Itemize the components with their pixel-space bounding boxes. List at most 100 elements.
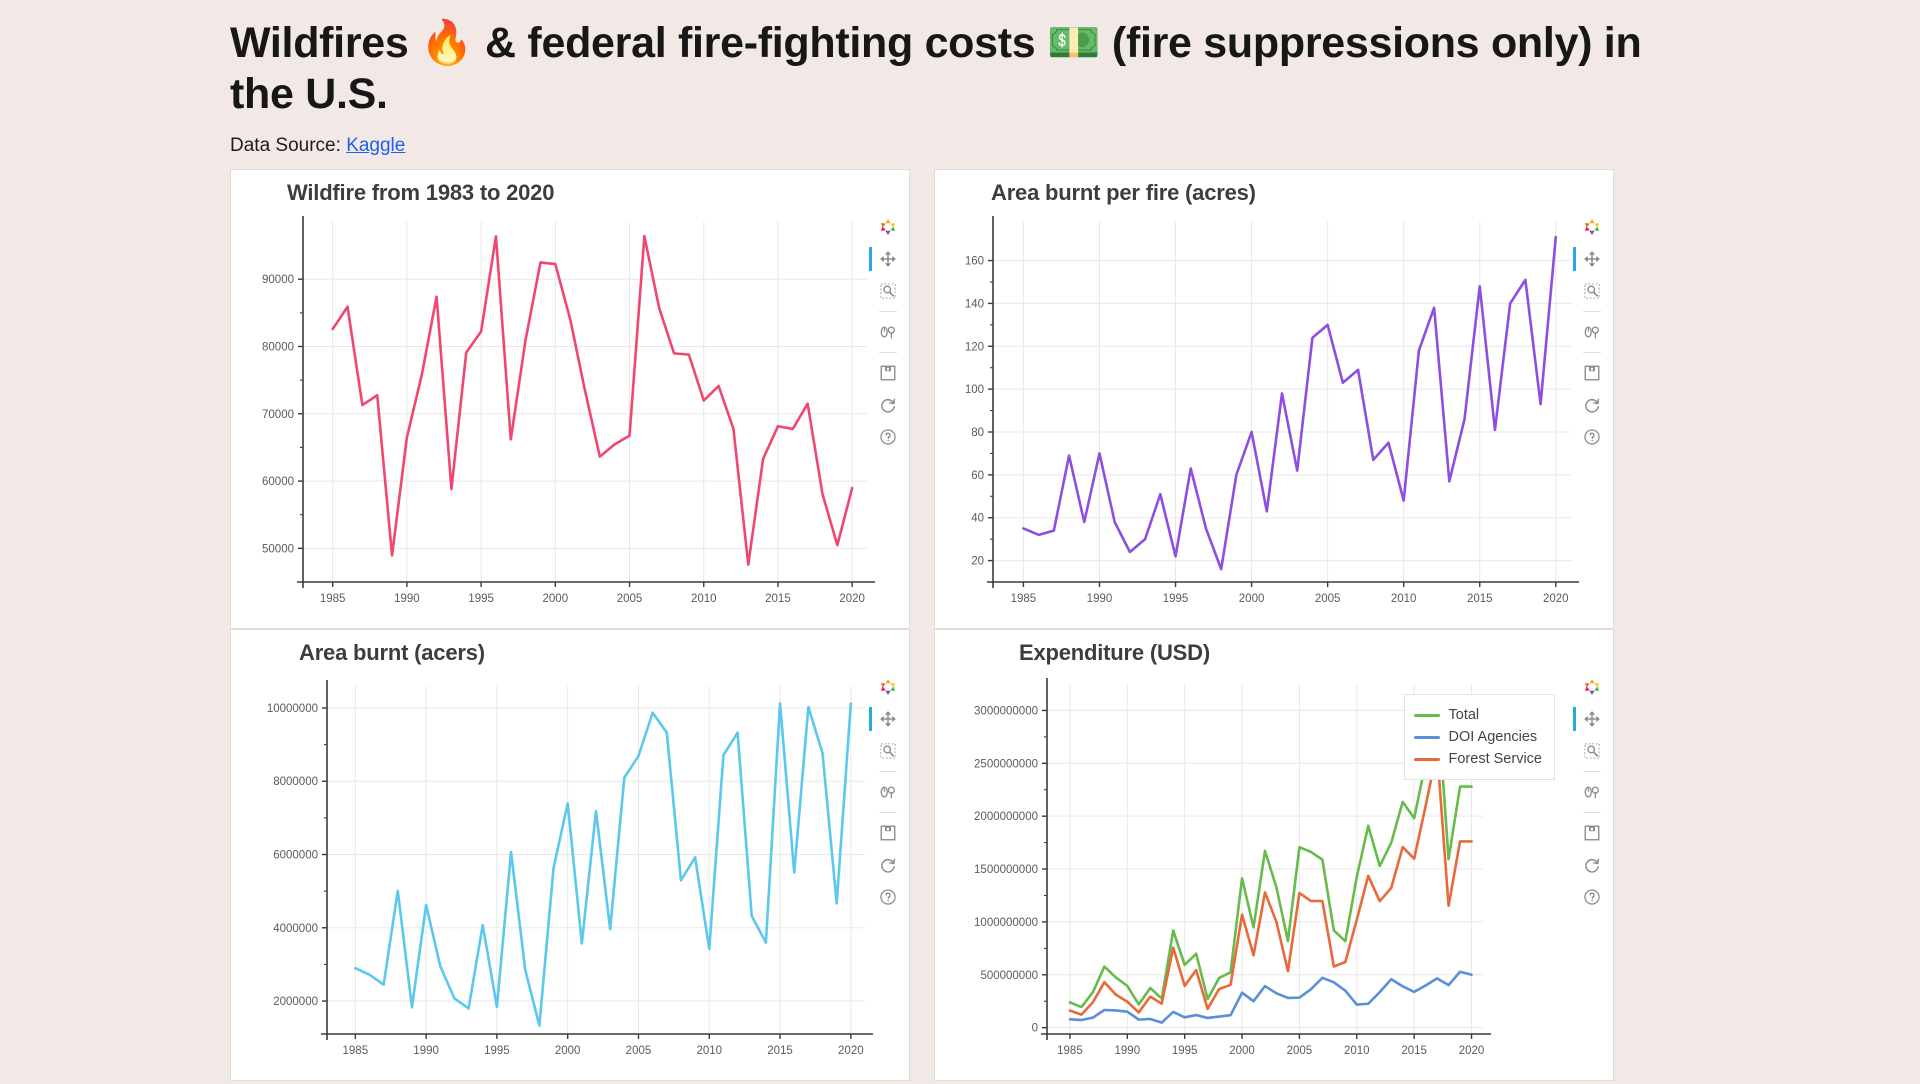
save-disk-icon[interactable] xyxy=(1579,360,1605,386)
svg-text:160: 160 xyxy=(965,256,984,268)
reset-refresh-icon[interactable] xyxy=(875,392,901,418)
svg-text:3000000000: 3000000000 xyxy=(974,706,1038,718)
data-source-line: Data Source: Kaggle xyxy=(230,135,1920,157)
svg-text:60000: 60000 xyxy=(262,477,294,489)
page-title: Wildfires 🔥 & federal fire-fighting cost… xyxy=(230,19,1642,118)
legend-label-total: Total xyxy=(1448,707,1480,724)
bokeh-toolbar-4[interactable] xyxy=(1573,674,1609,910)
svg-text:2005: 2005 xyxy=(617,593,643,605)
svg-text:1990: 1990 xyxy=(1087,593,1113,605)
svg-text:80000: 80000 xyxy=(262,342,294,354)
svg-text:2015: 2015 xyxy=(765,593,791,605)
toolbar-divider xyxy=(879,812,897,814)
svg-text:1985: 1985 xyxy=(1057,1045,1083,1057)
pan-move-icon[interactable] xyxy=(1573,246,1605,272)
bokeh-toolbar-1[interactable] xyxy=(869,214,905,450)
svg-text:1500000000: 1500000000 xyxy=(974,865,1038,877)
help-question-icon[interactable] xyxy=(875,424,901,450)
svg-text:60: 60 xyxy=(971,470,984,482)
svg-text:20: 20 xyxy=(971,556,984,568)
svg-text:2000: 2000 xyxy=(543,593,569,605)
toolbar-divider xyxy=(1583,812,1601,814)
kaggle-link[interactable]: Kaggle xyxy=(346,135,405,156)
wheel-zoom-icon[interactable] xyxy=(875,779,901,805)
bokeh-logo-icon[interactable] xyxy=(1579,214,1605,240)
wheel-zoom-icon[interactable] xyxy=(1579,779,1605,805)
svg-text:2005: 2005 xyxy=(1287,1045,1313,1057)
svg-text:1990: 1990 xyxy=(1115,1045,1141,1057)
legend-label-doi: DOI Agencies xyxy=(1448,729,1538,746)
box-zoom-icon[interactable] xyxy=(875,738,901,764)
chart-title-area-per-fire: Area burnt per fire (acres) xyxy=(991,180,1256,206)
save-disk-icon[interactable] xyxy=(875,820,901,846)
svg-text:2020: 2020 xyxy=(839,593,865,605)
panel-area-burnt: Area burnt (acers) 2000000 4000000 6000000… xyxy=(230,629,910,1082)
svg-text:2005: 2005 xyxy=(626,1045,652,1057)
plot-area-per-fire[interactable]: 20 40 60 80 100 120 140 160 1985 1990 1995 2000 2005… xyxy=(935,206,1613,626)
svg-text:2000: 2000 xyxy=(1239,593,1265,605)
svg-text:2010: 2010 xyxy=(696,1045,722,1057)
svg-text:1995: 1995 xyxy=(468,593,494,605)
svg-text:1995: 1995 xyxy=(1163,593,1189,605)
pan-move-icon[interactable] xyxy=(869,706,901,732)
svg-text:2000: 2000 xyxy=(555,1045,581,1057)
chart-title-wildfire-count: Wildfire from 1983 to 2020 xyxy=(287,180,555,206)
reset-refresh-icon[interactable] xyxy=(1579,852,1605,878)
help-question-icon[interactable] xyxy=(1579,884,1605,910)
svg-text:50000: 50000 xyxy=(262,544,294,556)
plot-area-burnt[interactable]: 2000000 4000000 6000000 8000000 10000000 1985… xyxy=(231,666,909,1078)
chart-title-area-burnt: Area burnt (acers) xyxy=(299,640,485,666)
plot-expenditure[interactable]: 0 500000000 1000000000 1500000000 2000000000… xyxy=(935,666,1613,1078)
svg-text:140: 140 xyxy=(965,299,984,311)
legend-item[interactable]: Forest Service xyxy=(1413,748,1542,770)
bokeh-logo-icon[interactable] xyxy=(875,674,901,700)
bokeh-toolbar-3[interactable] xyxy=(869,674,905,910)
box-zoom-icon[interactable] xyxy=(875,278,901,304)
plot-wildfire-count[interactable]: 50000 60000 70000 80000 90000 1985 1990 1995 200… xyxy=(231,206,909,626)
panel-area-per-fire: Area burnt per fire (acres) 20 40 60 80 100 1… xyxy=(934,169,1614,630)
chart-svg-wildfire-count: 50000 60000 70000 80000 90000 1985 1990 1995 200… xyxy=(262,216,875,605)
wheel-zoom-icon[interactable] xyxy=(875,319,901,345)
toolbar-divider xyxy=(879,311,897,313)
svg-text:2020: 2020 xyxy=(1459,1045,1485,1057)
help-question-icon[interactable] xyxy=(1579,424,1605,450)
toolbar-divider xyxy=(1583,771,1601,773)
svg-text:6000000: 6000000 xyxy=(273,850,318,862)
box-zoom-icon[interactable] xyxy=(1579,278,1605,304)
charts-grid: Wildfire from 1983 to 2020 50000 60000 700… xyxy=(230,169,1920,1082)
help-question-icon[interactable] xyxy=(875,884,901,910)
svg-text:1985: 1985 xyxy=(343,1045,369,1057)
svg-text:2015: 2015 xyxy=(1401,1045,1427,1057)
svg-text:8000000: 8000000 xyxy=(273,777,318,789)
svg-text:2010: 2010 xyxy=(1344,1045,1370,1057)
svg-text:2000000000: 2000000000 xyxy=(974,812,1038,824)
save-disk-icon[interactable] xyxy=(1579,820,1605,846)
wheel-zoom-icon[interactable] xyxy=(1579,319,1605,345)
svg-text:2000000: 2000000 xyxy=(273,997,318,1009)
svg-text:1985: 1985 xyxy=(1011,593,1037,605)
svg-text:4000000: 4000000 xyxy=(273,923,318,935)
svg-text:2005: 2005 xyxy=(1315,593,1341,605)
svg-text:1995: 1995 xyxy=(484,1045,510,1057)
legend-label-forest: Forest Service xyxy=(1448,751,1542,768)
svg-text:40: 40 xyxy=(971,513,984,525)
bokeh-logo-icon[interactable] xyxy=(875,214,901,240)
legend-item[interactable]: Total xyxy=(1413,704,1542,726)
legend-item[interactable]: DOI Agencies xyxy=(1413,726,1542,748)
chart-svg-area-per-fire: 20 40 60 80 100 120 140 160 1985 1990 1995 2000 2005… xyxy=(965,216,1579,605)
svg-text:80: 80 xyxy=(971,427,984,439)
box-zoom-icon[interactable] xyxy=(1579,738,1605,764)
svg-text:2015: 2015 xyxy=(767,1045,793,1057)
svg-text:2020: 2020 xyxy=(838,1045,864,1057)
reset-refresh-icon[interactable] xyxy=(1579,392,1605,418)
toolbar-divider xyxy=(1583,311,1601,313)
bokeh-toolbar-2[interactable] xyxy=(1573,214,1609,450)
chart-legend[interactable]: Total DOI Agencies Forest Service xyxy=(1403,694,1555,781)
svg-text:1990: 1990 xyxy=(394,593,420,605)
reset-refresh-icon[interactable] xyxy=(875,852,901,878)
pan-move-icon[interactable] xyxy=(1573,706,1605,732)
save-disk-icon[interactable] xyxy=(875,360,901,386)
bokeh-logo-icon[interactable] xyxy=(1579,674,1605,700)
toolbar-divider xyxy=(879,771,897,773)
pan-move-icon[interactable] xyxy=(869,246,901,272)
